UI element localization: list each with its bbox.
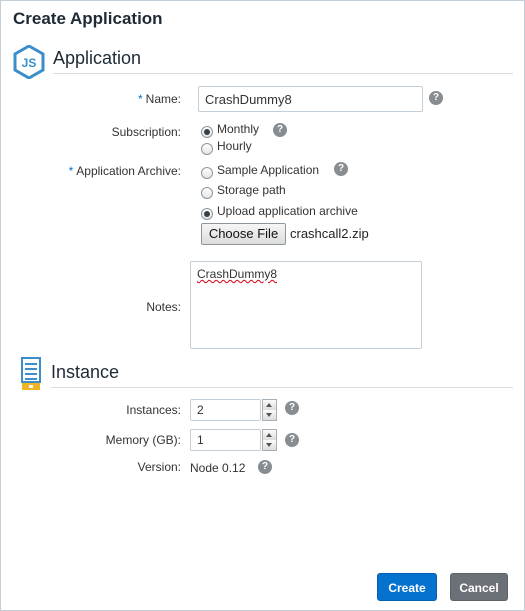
choose-file-button[interactable]: Choose File <box>201 223 286 245</box>
subscription-help-icon[interactable]: ? <box>273 123 287 137</box>
name-label: * Name: <box>1 92 181 106</box>
instances-stepper[interactable] <box>262 399 277 421</box>
server-instance-icon <box>21 357 41 391</box>
memory-stepper[interactable] <box>262 429 277 451</box>
instances-label: Instances: <box>126 403 181 417</box>
archive-sample-label[interactable]: Sample Application <box>217 163 319 177</box>
subscription-monthly-label[interactable]: Monthly <box>217 122 259 136</box>
memory-decrement-button[interactable] <box>263 440 276 450</box>
notes-textarea[interactable]: CrashDummy8 <box>190 261 422 349</box>
notes-text: CrashDummy8 <box>197 267 278 281</box>
archive-help-icon[interactable]: ? <box>334 162 348 176</box>
instances-help-icon[interactable]: ? <box>285 401 299 415</box>
archive-storage-radio[interactable] <box>201 187 213 199</box>
archive-storage-label[interactable]: Storage path <box>217 183 286 197</box>
required-marker: * <box>137 92 143 106</box>
subscription-hourly-radio[interactable] <box>201 143 213 155</box>
nodejs-icon: JS <box>13 44 45 80</box>
archive-sample-radio[interactable] <box>201 167 213 179</box>
memory-label: Memory (GB): <box>105 433 181 447</box>
archive-label: * Application Archive: <box>1 164 181 178</box>
instances-input[interactable] <box>190 399 261 421</box>
required-marker: * <box>68 164 74 178</box>
chevron-up-icon <box>266 403 272 407</box>
name-label-text: Name: <box>145 92 181 106</box>
instance-section-title: Instance <box>51 362 120 382</box>
application-section-title: Application <box>53 48 142 68</box>
memory-input[interactable] <box>190 429 261 451</box>
subscription-label: Subscription: <box>111 125 181 139</box>
archive-upload-radio[interactable] <box>201 208 213 220</box>
chevron-down-icon <box>266 413 272 417</box>
subscription-monthly-radio[interactable] <box>201 126 213 138</box>
create-button[interactable]: Create <box>377 573 437 601</box>
memory-help-icon[interactable]: ? <box>285 433 299 447</box>
name-help-icon[interactable]: ? <box>429 91 443 105</box>
instance-section-divider <box>51 387 513 388</box>
notes-label: Notes: <box>146 300 181 314</box>
instances-decrement-button[interactable] <box>263 410 276 420</box>
cancel-button[interactable]: Cancel <box>450 573 508 601</box>
archive-label-text: Application Archive: <box>76 164 181 178</box>
archive-upload-label[interactable]: Upload application archive <box>217 204 358 218</box>
version-value: Node 0.12 <box>190 461 246 475</box>
name-input[interactable] <box>198 86 423 112</box>
version-help-icon[interactable]: ? <box>258 460 272 474</box>
subscription-hourly-label[interactable]: Hourly <box>217 139 252 153</box>
application-section-divider <box>53 73 513 74</box>
selected-file-name: crashcall2.zip <box>290 226 369 241</box>
version-label: Version: <box>137 460 181 474</box>
dialog-title: Create Application <box>13 9 163 28</box>
chevron-down-icon <box>266 443 272 447</box>
svg-text:JS: JS <box>22 56 37 70</box>
create-application-dialog: Create Application JS Application * Name:… <box>0 0 525 611</box>
chevron-up-icon <box>266 433 272 437</box>
